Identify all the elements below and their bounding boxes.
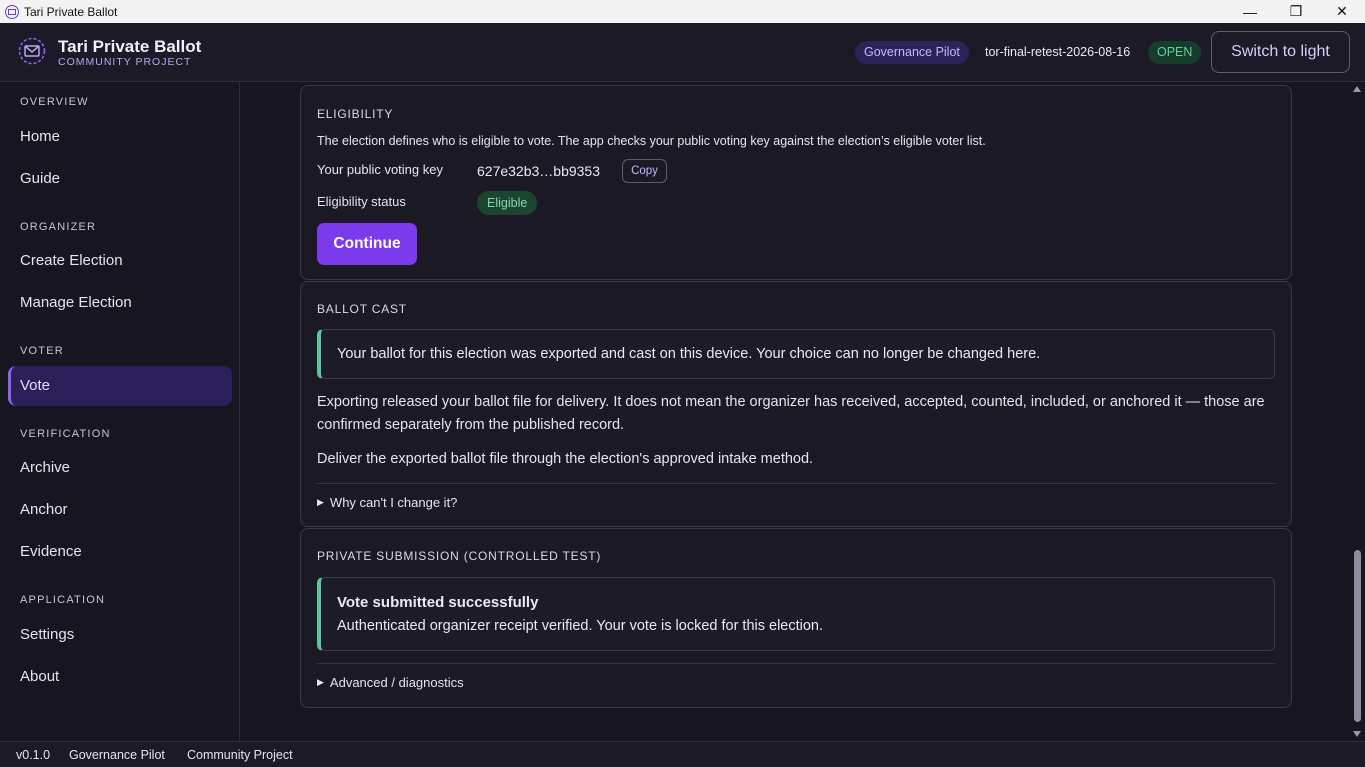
ballot-envelope-logo-icon <box>18 37 46 65</box>
sidebar-item-vote[interactable]: Vote <box>8 366 232 406</box>
nav-section-application: APPLICATION <box>20 594 106 606</box>
window-title: Tari Private Ballot <box>24 4 118 19</box>
eligibility-status-badge: Eligible <box>477 191 538 215</box>
theme-toggle-button[interactable]: Switch to light <box>1211 31 1350 73</box>
disclosure-triangle-icon: ▶ <box>317 677 324 687</box>
public-key-label: Your public voting key <box>317 162 443 177</box>
election-status-badge: OPEN <box>1148 41 1202 64</box>
private-submission-heading: PRIVATE SUBMISSION (CONTROLLED TEST) <box>317 549 602 563</box>
sidebar-item-about[interactable]: About <box>8 657 232 697</box>
why-cant-change-label: Why can't I change it? <box>329 495 458 510</box>
submission-success-callout: Vote submitted successfully Authenticate… <box>317 577 1275 651</box>
advanced-diagnostics-label: Advanced / diagnostics <box>329 675 464 690</box>
sidebar-nav: OVERVIEW Home Guide ORGANIZER Create Ele… <box>0 82 240 741</box>
election-id: tor-final-retest-2026-08-16 <box>985 45 1131 59</box>
eligibility-card: ELIGIBILITY The election defines who is … <box>300 85 1292 280</box>
eligibility-status-label: Eligibility status <box>317 194 406 209</box>
nav-section-organizer: ORGANIZER <box>20 221 97 233</box>
disclosure-triangle-icon: ▶ <box>317 497 324 507</box>
scroll-up-icon[interactable] <box>1353 86 1361 92</box>
submission-success-title: Vote submitted successfully <box>337 594 539 611</box>
statusbar-project: Community Project <box>187 748 293 762</box>
nav-section-verification: VERIFICATION <box>20 428 111 440</box>
why-cant-change-disclosure[interactable]: ▶ Why can't I change it? <box>317 495 457 510</box>
ballot-delivery-instructions: Deliver the exported ballot file through… <box>317 451 814 467</box>
brand-title: Tari Private Ballot <box>58 37 202 56</box>
ballot-cast-callout: Your ballot for this election was export… <box>317 329 1275 379</box>
sidebar-item-home[interactable]: Home <box>8 117 232 157</box>
ballot-cast-card: BALLOT CAST Your ballot for this electio… <box>300 281 1292 527</box>
continue-button[interactable]: Continue <box>317 223 417 265</box>
nav-section-voter: VOTER <box>20 345 64 357</box>
ballot-cast-heading: BALLOT CAST <box>317 302 407 316</box>
app-header: Tari Private Ballot COMMUNITY PROJECT Go… <box>0 23 1365 82</box>
main-content: ELIGIBILITY The election defines who is … <box>240 82 1350 741</box>
eligibility-heading: ELIGIBILITY <box>317 107 394 121</box>
brand-subtitle: COMMUNITY PROJECT <box>58 56 192 68</box>
window-titlebar: Tari Private Ballot — ❐ ✕ <box>0 0 1365 23</box>
main-scrollbar[interactable] <box>1350 82 1365 741</box>
sidebar-item-settings[interactable]: Settings <box>8 615 232 655</box>
sidebar-item-create-election[interactable]: Create Election <box>8 241 232 281</box>
divider <box>317 663 1275 664</box>
eligibility-description: The election defines who is eligible to … <box>317 134 986 148</box>
private-submission-card: PRIVATE SUBMISSION (CONTROLLED TEST) Vot… <box>300 528 1292 708</box>
advanced-diagnostics-disclosure[interactable]: ▶ Advanced / diagnostics <box>317 675 464 690</box>
sidebar-item-manage-election[interactable]: Manage Election <box>8 283 232 323</box>
copy-key-button[interactable]: Copy <box>622 159 667 183</box>
app-version: v0.1.0 <box>16 748 51 762</box>
divider <box>317 483 1275 484</box>
sidebar-item-guide[interactable]: Guide <box>8 159 232 199</box>
scroll-thumb[interactable] <box>1354 550 1361 722</box>
ballot-cast-callout-text: Your ballot for this election was export… <box>337 346 1041 362</box>
sidebar-item-archive[interactable]: Archive <box>8 448 232 488</box>
submission-success-text: Authenticated organizer receipt verified… <box>337 618 824 634</box>
close-icon[interactable]: ✕ <box>1319 0 1365 23</box>
nav-section-overview: OVERVIEW <box>20 96 89 108</box>
window-controls: — ❐ ✕ <box>1227 0 1365 23</box>
statusbar-pilot: Governance Pilot <box>69 748 165 762</box>
sidebar-item-evidence[interactable]: Evidence <box>8 532 232 572</box>
app-logo-icon <box>5 4 19 19</box>
sidebar-item-anchor[interactable]: Anchor <box>8 490 232 530</box>
restore-icon[interactable]: ❐ <box>1273 0 1319 23</box>
status-bar: v0.1.0 Governance Pilot Community Projec… <box>0 741 1365 767</box>
governance-pilot-badge: Governance Pilot <box>855 41 969 64</box>
ballot-cast-explanation: Exporting released your ballot file for … <box>317 394 1265 433</box>
scroll-down-icon[interactable] <box>1353 731 1361 737</box>
public-key-value: 627e32b3…bb9353 <box>477 163 601 179</box>
minimize-icon[interactable]: — <box>1227 0 1273 23</box>
